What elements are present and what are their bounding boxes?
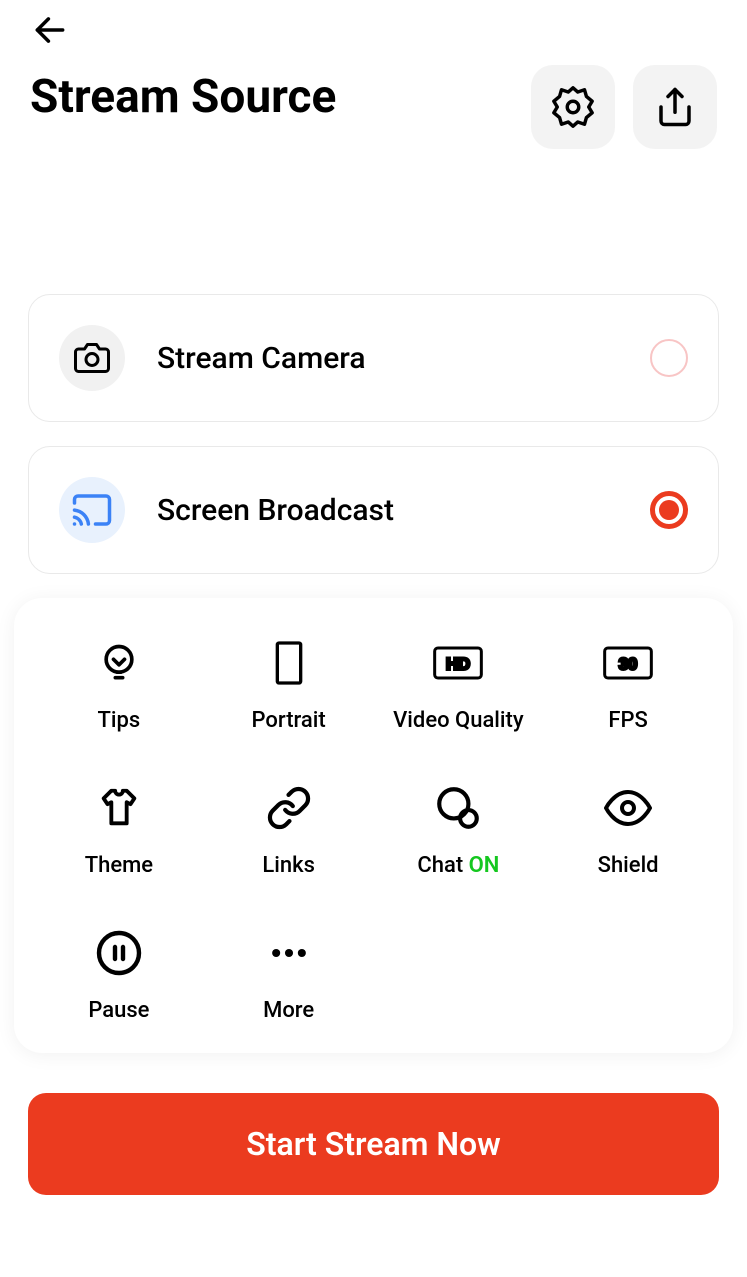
options-panel: Tips Portrait HD Video Quality 30 FPS Th… [14, 598, 733, 1053]
start-stream-button[interactable]: Start Stream Now [28, 1093, 719, 1195]
option-portrait[interactable]: Portrait [204, 638, 374, 733]
option-shield[interactable]: Shield [543, 783, 713, 878]
eye-icon [603, 783, 653, 833]
option-label: Video Quality [393, 708, 524, 733]
option-links[interactable]: Links [204, 783, 374, 878]
svg-text:30: 30 [619, 655, 638, 674]
option-label: Pause [88, 998, 149, 1023]
option-pause[interactable]: Pause [34, 928, 204, 1023]
share-icon [654, 86, 696, 128]
option-theme[interactable]: Theme [34, 783, 204, 878]
option-label: Links [262, 853, 315, 878]
fps-icon: 30 [603, 638, 653, 688]
lightbulb-icon [94, 638, 144, 688]
option-label: Chat ON [417, 853, 499, 878]
settings-button[interactable] [531, 65, 615, 149]
radio-unselected[interactable] [650, 339, 688, 377]
option-label: Shield [598, 853, 659, 878]
source-label: Screen Broadcast [157, 493, 618, 528]
option-label: Theme [85, 853, 153, 878]
chat-icon [433, 783, 483, 833]
option-fps[interactable]: 30 FPS [543, 638, 713, 733]
radio-selected[interactable] [650, 491, 688, 529]
source-screen-broadcast[interactable]: Screen Broadcast [28, 446, 719, 574]
gear-icon [550, 84, 596, 130]
link-icon [264, 783, 314, 833]
source-label: Stream Camera [157, 341, 618, 376]
arrow-left-icon [31, 11, 69, 49]
option-tips[interactable]: Tips [34, 638, 204, 733]
option-label: Tips [98, 708, 141, 733]
source-stream-camera[interactable]: Stream Camera [28, 294, 719, 422]
option-label: Portrait [252, 708, 326, 733]
svg-text:HD: HD [446, 655, 470, 674]
option-video-quality[interactable]: HD Video Quality [374, 638, 544, 733]
share-button[interactable] [633, 65, 717, 149]
option-chat[interactable]: Chat ON [374, 783, 544, 878]
camera-icon [59, 325, 125, 391]
portrait-icon [264, 638, 314, 688]
more-icon [264, 928, 314, 978]
tshirt-icon [94, 783, 144, 833]
hd-icon: HD [433, 638, 483, 688]
pause-icon [94, 928, 144, 978]
option-label: FPS [608, 708, 647, 733]
back-button[interactable] [30, 10, 70, 50]
option-more[interactable]: More [204, 928, 374, 1023]
option-label: More [263, 998, 314, 1023]
cast-icon [59, 477, 125, 543]
